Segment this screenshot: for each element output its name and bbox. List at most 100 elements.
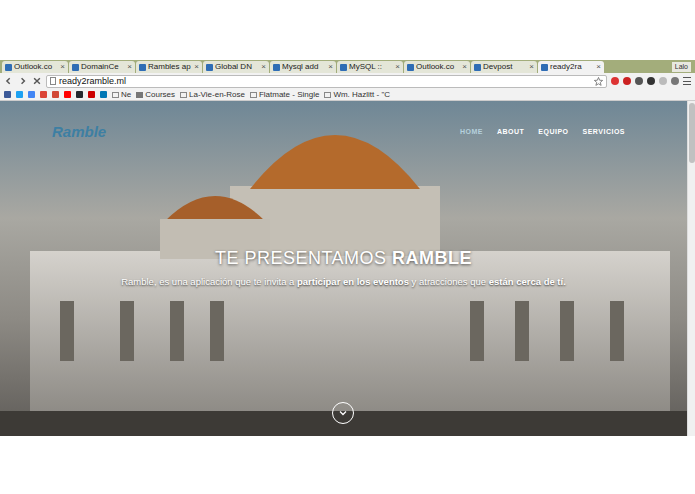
- browser-tab[interactable]: Outlook.co×: [2, 61, 68, 73]
- back-icon[interactable]: [4, 76, 14, 86]
- browser-tab[interactable]: MySQL ::×: [337, 61, 403, 73]
- close-icon[interactable]: ×: [395, 62, 400, 72]
- extension-icon[interactable]: [671, 77, 679, 85]
- bookmark-label[interactable]: Courses: [145, 90, 175, 100]
- extension-icon[interactable]: [623, 77, 631, 85]
- close-icon[interactable]: ×: [529, 62, 534, 72]
- tagline-part: están cerca de tí.: [489, 276, 566, 287]
- nav-link[interactable]: SERVICIOS: [583, 127, 626, 137]
- hero-headline: TE PRESENTAMOS RAMBLE: [215, 247, 472, 269]
- tab-label: Rambles ap: [148, 62, 192, 72]
- hero-photo: [0, 101, 687, 436]
- stop-icon[interactable]: [32, 76, 42, 86]
- close-icon[interactable]: ×: [261, 62, 266, 72]
- bottom-margin: [0, 436, 695, 494]
- favicon-icon: [541, 64, 548, 71]
- menu-line: [683, 81, 691, 82]
- folder-icon: [136, 92, 143, 98]
- profile-button[interactable]: Lalo: [672, 62, 691, 72]
- site-logo[interactable]: Ramble: [52, 121, 460, 144]
- address-bar[interactable]: ready2ramble.ml: [46, 75, 607, 88]
- tab-label: Outlook.co: [14, 62, 58, 72]
- site-nav: HOME ABOUT EQUIPO SERVICIOS: [460, 127, 635, 137]
- page-icon: [112, 92, 119, 98]
- web-page: RambleHOME ABOUT EQUIPO SERVICIOS TE PRESENT…: [0, 101, 695, 436]
- tagline-part: y atracciones que: [409, 276, 489, 287]
- headline-part: TE PRESENTAMOS: [215, 248, 392, 268]
- bookmark-favicon-icon[interactable]: [4, 91, 11, 98]
- favicon-icon: [72, 64, 79, 71]
- tab-label: Global DN: [215, 62, 259, 72]
- bookmark-favicon-icon[interactable]: [100, 91, 107, 98]
- forward-icon[interactable]: [18, 76, 28, 86]
- browser-tab[interactable]: Outlook.co×: [404, 61, 470, 73]
- tab-label: MySQL ::: [349, 62, 393, 72]
- favicon-icon: [474, 64, 481, 71]
- bookmark-label[interactable]: La-Vie-en-Rose: [189, 90, 245, 100]
- hero-tagline: Ramble, es una aplicación que te invita …: [121, 275, 566, 288]
- menu-line: [683, 84, 691, 85]
- tab-label: ready2ra: [550, 62, 594, 72]
- nav-link[interactable]: HOME: [460, 127, 483, 137]
- scrollbar-thumb[interactable]: [689, 103, 695, 163]
- address-text[interactable]: ready2ramble.ml: [59, 76, 591, 87]
- bookmark-label[interactable]: Ne: [121, 90, 131, 100]
- tab-label: Outlook.co: [416, 62, 460, 72]
- nav-link[interactable]: ABOUT: [497, 127, 524, 137]
- bookmark-favicon-icon[interactable]: [16, 91, 23, 98]
- bookmark-label[interactable]: Wm. Hazlitt - "C: [333, 90, 390, 100]
- page-icon: [50, 77, 56, 85]
- close-icon[interactable]: ×: [596, 62, 601, 72]
- bookmark-favicon-icon[interactable]: [28, 91, 35, 98]
- headline-part: RAMBLE: [392, 248, 472, 268]
- bookmark-item[interactable]: Ne: [112, 90, 131, 100]
- extension-icon[interactable]: [659, 77, 667, 85]
- tagline-part: participar en los eventos: [297, 276, 409, 287]
- close-icon[interactable]: ×: [462, 62, 467, 72]
- bookmarks-bar: Ne Courses La-Vie-en-Rose Flatmate - Single…: [0, 89, 695, 101]
- tab-label: DomainCe: [81, 62, 125, 72]
- bookmark-favicon-icon[interactable]: [76, 91, 83, 98]
- star-icon[interactable]: [594, 77, 603, 86]
- favicon-icon: [407, 64, 414, 71]
- scrollbar[interactable]: [687, 101, 695, 436]
- bookmark-item[interactable]: La-Vie-en-Rose: [180, 90, 245, 100]
- page-icon: [180, 92, 187, 98]
- menu-icon[interactable]: [683, 77, 691, 85]
- bookmark-item[interactable]: Flatmate - Single: [250, 90, 319, 100]
- top-margin: [0, 0, 695, 60]
- browser-tab[interactable]: Mysql add×: [270, 61, 336, 73]
- browser-tab[interactable]: Devpost×: [471, 61, 537, 73]
- extension-icon[interactable]: [611, 77, 619, 85]
- close-icon[interactable]: ×: [127, 62, 132, 72]
- site-header: RambleHOME ABOUT EQUIPO SERVICIOS: [0, 101, 687, 147]
- tab-label: Devpost: [483, 62, 527, 72]
- scroll-down-icon[interactable]: [332, 402, 354, 424]
- tab-label: Mysql add: [282, 62, 326, 72]
- bookmark-item[interactable]: Wm. Hazlitt - "C: [324, 90, 390, 100]
- favicon-icon: [340, 64, 347, 71]
- bookmark-item[interactable]: Courses: [136, 90, 175, 100]
- favicon-icon: [273, 64, 280, 71]
- browser-tab[interactable]: DomainCe×: [69, 61, 135, 73]
- bookmark-label[interactable]: Flatmate - Single: [259, 90, 319, 100]
- close-icon[interactable]: ×: [328, 62, 333, 72]
- nav-link[interactable]: EQUIPO: [538, 127, 568, 137]
- bookmark-favicon-icon[interactable]: [64, 91, 71, 98]
- page-icon: [250, 92, 257, 98]
- browser-tab[interactable]: Rambles ap×: [136, 61, 202, 73]
- bookmark-favicon-icon[interactable]: [52, 91, 59, 98]
- bookmark-favicon-icon[interactable]: [40, 91, 47, 98]
- browser-tab[interactable]: ready2ra×: [538, 61, 604, 73]
- hero-section: RambleHOME ABOUT EQUIPO SERVICIOS TE PRESENT…: [0, 101, 687, 436]
- menu-line: [683, 77, 691, 78]
- extension-icon[interactable]: [635, 77, 643, 85]
- close-icon[interactable]: ×: [194, 62, 199, 72]
- tab-strip: Outlook.co×DomainCe×Rambles ap×Global DN…: [0, 60, 695, 73]
- tagline-part: Ramble, es una aplicación que te invita …: [121, 276, 297, 287]
- hero-text: TE PRESENTAMOS RAMBLE Ramble, es una apli…: [0, 247, 687, 288]
- extension-icon[interactable]: [647, 77, 655, 85]
- close-icon[interactable]: ×: [60, 62, 65, 72]
- browser-tab[interactable]: Global DN×: [203, 61, 269, 73]
- bookmark-favicon-icon[interactable]: [88, 91, 95, 98]
